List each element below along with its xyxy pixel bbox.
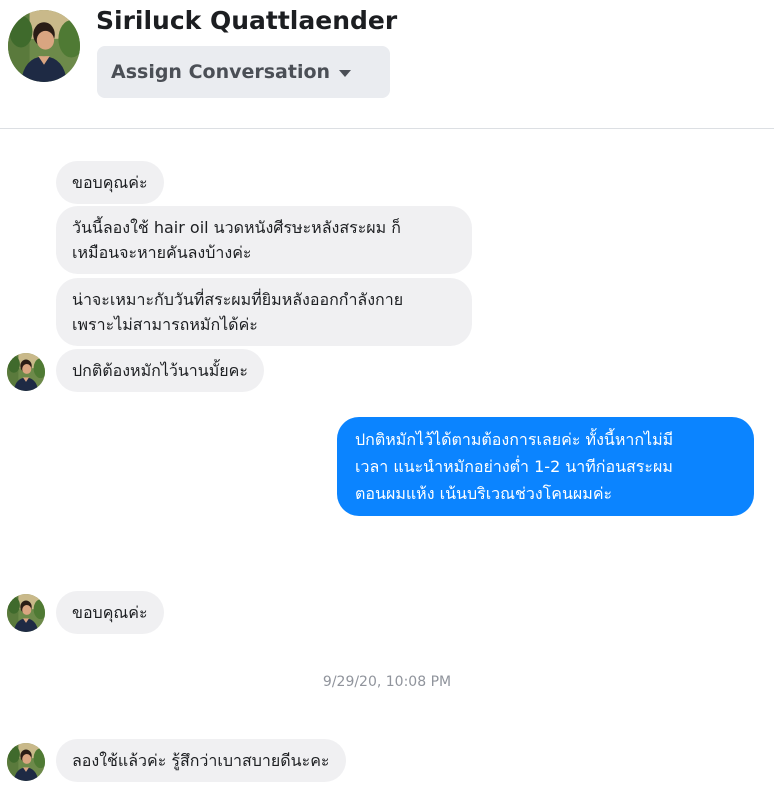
- message-line: เพราะไม่สามารถหมักได้ค่ะ: [72, 315, 258, 334]
- sender-avatar[interactable]: [7, 353, 45, 391]
- message-line: ลองใช้แล้วค่ะ รู้สึกว่าเบาสบายดีนะคะ: [72, 751, 330, 770]
- sender-avatar[interactable]: [7, 743, 45, 781]
- message-bubble[interactable]: วันนี้ลองใช้ hair oil นวดหนังศีรษะหลังสร…: [56, 206, 472, 274]
- message-bubble[interactable]: น่าจะเหมาะกับวันที่สระผมที่ยิมหลังออกกำล…: [56, 278, 472, 346]
- message-line: ขอบคุณค่ะ: [72, 173, 148, 192]
- message-line: วันนี้ลองใช้ hair oil นวดหนังศีรษะหลังสร…: [72, 218, 401, 237]
- message-line: ตอนผมแห้ง เน้นบริเวณช่วงโคนผมค่ะ: [355, 484, 613, 503]
- assign-conversation-label: Assign Conversation: [111, 61, 331, 83]
- caret-down-icon: [339, 69, 352, 77]
- conversation-header: Siriluck Quattlaender Assign Conversatio…: [0, 0, 774, 129]
- message-bubble[interactable]: ขอบคุณค่ะ: [56, 161, 164, 204]
- message-line: เวลา แนะนำหมักอย่างต่ำ 1-2 นาทีก่อนสระผม: [355, 457, 673, 476]
- message-bubble[interactable]: ปกติต้องหมักไว้นานมั้ยคะ: [56, 349, 264, 392]
- assign-conversation-button[interactable]: Assign Conversation: [97, 46, 390, 98]
- message-bubble[interactable]: ขอบคุณค่ะ: [56, 591, 164, 634]
- contact-avatar[interactable]: [8, 10, 80, 82]
- message-line: ปกติหมักไว้ได้ตามต้องการเลยค่ะ ทั้งนี้หา…: [355, 430, 674, 449]
- contact-name: Siriluck Quattlaender: [96, 6, 398, 35]
- message-line: น่าจะเหมาะกับวันที่สระผมที่ยิมหลังออกกำล…: [72, 290, 404, 309]
- message-line: เหมือนจะหายคันลงบ้างค่ะ: [72, 243, 252, 262]
- sender-avatar[interactable]: [7, 594, 45, 632]
- message-timestamp: 9/29/20, 10:08 PM: [322, 674, 452, 690]
- message-bubble[interactable]: ลองใช้แล้วค่ะ รู้สึกว่าเบาสบายดีนะคะ: [56, 739, 346, 782]
- message-line: ปกติต้องหมักไว้นานมั้ยคะ: [72, 361, 248, 380]
- outgoing-message-bubble[interactable]: ปกติหมักไว้ได้ตามต้องการเลยค่ะ ทั้งนี้หา…: [337, 417, 754, 516]
- message-line: ขอบคุณค่ะ: [72, 603, 148, 622]
